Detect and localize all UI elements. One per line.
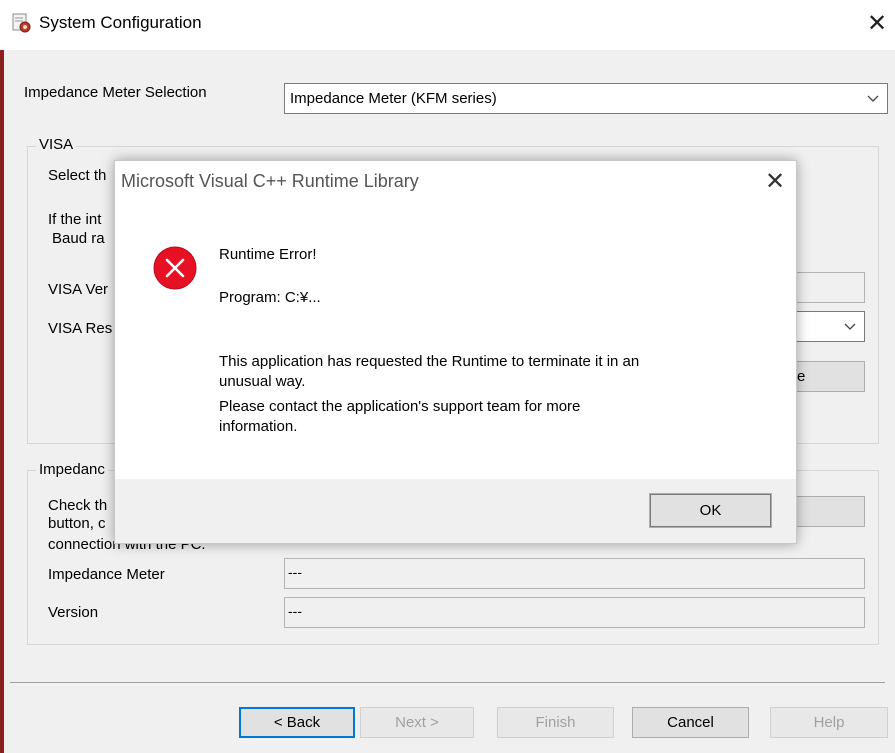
visa-instruction-text: Select th xyxy=(48,167,107,184)
dialog-footer: OK xyxy=(115,479,796,543)
dialog-close-button[interactable]: ✕ xyxy=(757,163,793,199)
meter-selection-label: Impedance Meter Selection xyxy=(24,84,207,101)
error-icon xyxy=(153,246,197,290)
ok-button[interactable]: OK xyxy=(649,493,772,528)
error-message-line1: This application has requested the Runti… xyxy=(219,353,640,370)
visa-group-title: VISA xyxy=(36,136,77,153)
impedance-meter-label: Impedance Meter xyxy=(48,566,165,583)
runtime-error-dialog: Microsoft Visual C++ Runtime Library ✕ R… xyxy=(114,160,797,544)
error-program-path: Program: C:¥... xyxy=(219,289,321,306)
impedance-group-title: Impedanc xyxy=(36,461,108,478)
visa-version-label: VISA Ver xyxy=(48,281,109,298)
window-close-button[interactable]: ✕ xyxy=(862,8,892,38)
chevron-down-icon xyxy=(842,315,858,337)
chevron-down-icon xyxy=(865,87,881,109)
error-heading: Runtime Error! xyxy=(219,246,317,263)
error-message-line3: Please contact the application's support… xyxy=(219,398,581,415)
meter-selection-value: Impedance Meter (KFM series) xyxy=(290,90,497,107)
window-edge xyxy=(0,50,4,753)
window-title: System Configuration xyxy=(39,13,202,32)
title-bar: System Configuration ✕ xyxy=(0,0,895,50)
next-button[interactable]: Next > xyxy=(360,707,474,738)
impedance-meter-field: --- xyxy=(284,558,865,589)
help-button[interactable]: Help xyxy=(770,707,888,738)
impedance-button-text: button, c xyxy=(48,515,106,532)
impedance-meter-value: --- xyxy=(288,564,302,580)
visa-interface-text: If the int xyxy=(48,211,102,228)
back-button[interactable]: < Back xyxy=(239,707,355,738)
impedance-check-text: Check th xyxy=(48,497,108,514)
version-field: --- xyxy=(284,597,865,628)
app-gear-icon xyxy=(10,12,32,34)
footer-separator xyxy=(10,682,885,683)
visa-baud-text: Baud ra xyxy=(52,230,105,247)
finish-button[interactable]: Finish xyxy=(497,707,614,738)
visa-resource-label: VISA Res xyxy=(48,320,113,337)
error-message-line4: information. xyxy=(219,418,298,435)
meter-selection-dropdown[interactable]: Impedance Meter (KFM series) xyxy=(284,83,888,114)
cancel-button[interactable]: Cancel xyxy=(632,707,749,738)
version-value: --- xyxy=(288,603,302,619)
dialog-title: Microsoft Visual C++ Runtime Library xyxy=(121,171,419,191)
error-message-line2: unusual way. xyxy=(219,373,306,390)
version-label: Version xyxy=(48,604,99,621)
